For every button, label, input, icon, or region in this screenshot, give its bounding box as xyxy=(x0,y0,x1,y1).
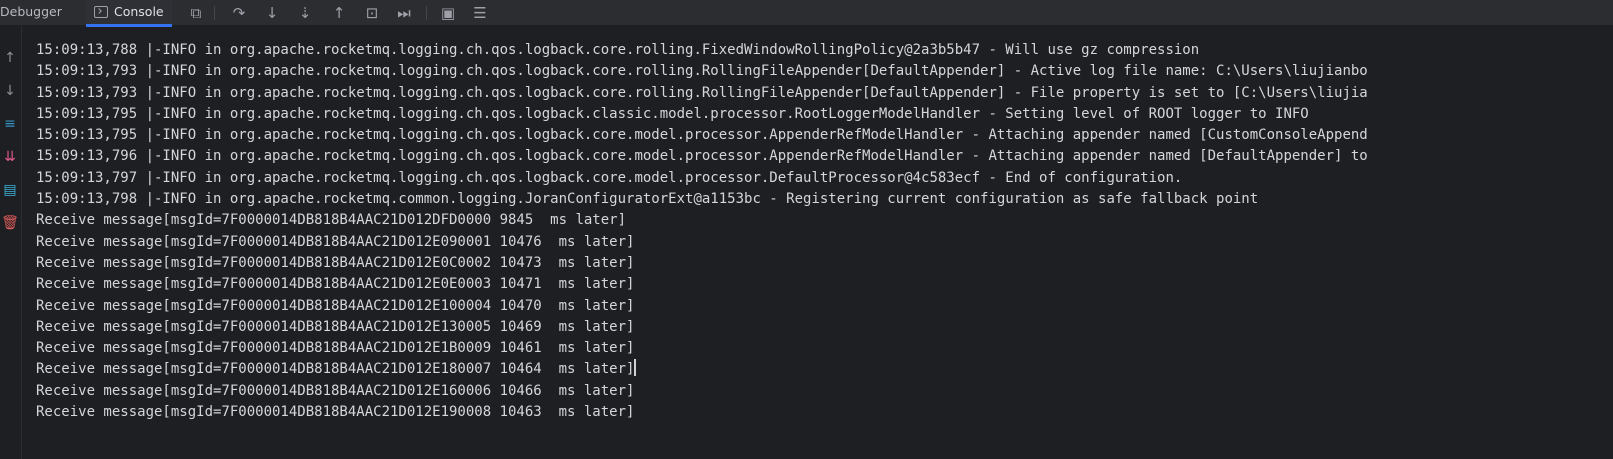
clear-all-icon[interactable]: 🗑 xyxy=(0,213,20,233)
console-line: 15:09:13,797 |-INFO in org.apache.rocket… xyxy=(36,168,1613,189)
terminal-icon[interactable]: ▣ xyxy=(438,3,458,23)
run-to-cursor-icon[interactable]: ⊡ xyxy=(362,3,382,23)
console-line: 15:09:13,798 |-INFO in org.apache.rocket… xyxy=(36,189,1613,210)
tab-debugger-label: Debugger xyxy=(0,4,62,19)
console-line-text: Receive message[msgId=7F0000014DB818B4AA… xyxy=(36,233,635,250)
console-line-text: 15:09:13,793 |-INFO in org.apache.rocket… xyxy=(36,63,1368,80)
layout-icon[interactable]: ⧉ xyxy=(186,3,206,23)
threads-icon[interactable]: ☰ xyxy=(470,3,490,23)
console-icon xyxy=(94,6,108,18)
console-line-text: Receive message[msgId=7F0000014DB818B4AA… xyxy=(36,254,635,271)
scroll-to-end-icon[interactable]: ⇊ xyxy=(0,147,20,167)
console-line-text: Receive message[msgId=7F0000014DB818B4AA… xyxy=(36,404,635,421)
tab-debugger[interactable]: Debugger xyxy=(0,0,62,26)
step-over-icon[interactable]: ↷ xyxy=(229,3,249,23)
console-line: Receive message[msgId=7F0000014DB818B4AA… xyxy=(36,210,1613,231)
console-line-text: Receive message[msgId=7F0000014DB818B4AA… xyxy=(36,382,635,399)
console-line: 15:09:13,788 |-INFO in org.apache.rocket… xyxy=(36,40,1613,61)
console-line: Receive message[msgId=7F0000014DB818B4AA… xyxy=(36,359,1613,380)
console-line: 15:09:13,796 |-INFO in org.apache.rocket… xyxy=(36,146,1613,167)
console-line: Receive message[msgId=7F0000014DB818B4AA… xyxy=(36,253,1613,274)
text-caret xyxy=(634,359,636,377)
console-line: Receive message[msgId=7F0000014DB818B4AA… xyxy=(36,338,1613,359)
console-line-text: 15:09:13,796 |-INFO in org.apache.rocket… xyxy=(36,148,1368,165)
scroll-up-icon[interactable]: ↑ xyxy=(0,48,20,68)
debug-toolbar: Debugger Console ⧉ ↷ ↓ ⇣ ↑ ⊡ ⏭ ▣ ☰ xyxy=(0,0,1613,27)
step-out-icon[interactable]: ↑ xyxy=(329,3,349,23)
console-line-text: Receive message[msgId=7F0000014DB818B4AA… xyxy=(36,276,635,293)
console-line-text: Receive message[msgId=7F0000014DB818B4AA… xyxy=(36,212,627,229)
scroll-down-icon[interactable]: ↓ xyxy=(0,81,20,101)
console-line: 15:09:13,793 |-INFO in org.apache.rocket… xyxy=(36,61,1613,82)
console-line: Receive message[msgId=7F0000014DB818B4AA… xyxy=(36,296,1613,317)
console-line-text: Receive message[msgId=7F0000014DB818B4AA… xyxy=(36,340,635,357)
console-line: Receive message[msgId=7F0000014DB818B4AA… xyxy=(36,232,1613,253)
console-line-text: Receive message[msgId=7F0000014DB818B4AA… xyxy=(36,318,635,335)
console-line: 15:09:13,795 |-INFO in org.apache.rocket… xyxy=(36,104,1613,125)
console-output[interactable]: 15:09:13,788 |-INFO in org.apache.rocket… xyxy=(36,40,1613,423)
evaluate-icon[interactable]: ⏭ xyxy=(394,3,414,23)
console-line: 15:09:13,795 |-INFO in org.apache.rocket… xyxy=(36,125,1613,146)
print-icon[interactable]: ▤ xyxy=(0,180,20,200)
console-line: 15:09:13,793 |-INFO in org.apache.rocket… xyxy=(36,83,1613,104)
console-line-text: 15:09:13,797 |-INFO in org.apache.rocket… xyxy=(36,169,1183,186)
console-line: Receive message[msgId=7F0000014DB818B4AA… xyxy=(36,402,1613,423)
console-line-text: 15:09:13,798 |-INFO in org.apache.rocket… xyxy=(36,191,1259,208)
console-line-text: 15:09:13,788 |-INFO in org.apache.rocket… xyxy=(36,42,1200,58)
console-gutter: ↑ ↓ ≡ ⇊ ▤ 🗑 xyxy=(0,26,22,459)
toolbar-separator xyxy=(426,6,427,20)
console-line-text: 15:09:13,795 |-INFO in org.apache.rocket… xyxy=(36,105,1309,122)
tab-console-label: Console xyxy=(114,4,164,19)
console-line: Receive message[msgId=7F0000014DB818B4AA… xyxy=(36,274,1613,295)
console-line-text: 15:09:13,793 |-INFO in org.apache.rocket… xyxy=(36,84,1368,101)
toolbar-separator xyxy=(214,6,215,20)
console-line: Receive message[msgId=7F0000014DB818B4AA… xyxy=(36,317,1613,338)
console-line: Receive message[msgId=7F0000014DB818B4AA… xyxy=(36,381,1613,402)
console-line-text: Receive message[msgId=7F0000014DB818B4AA… xyxy=(36,297,635,314)
console-line-text: Receive message[msgId=7F0000014DB818B4AA… xyxy=(36,361,635,378)
tab-console[interactable]: Console xyxy=(86,0,172,27)
soft-wrap-icon[interactable]: ≡ xyxy=(0,114,20,134)
console-line-text: 15:09:13,795 |-INFO in org.apache.rocket… xyxy=(36,127,1368,144)
step-into-icon[interactable]: ↓ xyxy=(262,3,282,23)
force-step-into-icon[interactable]: ⇣ xyxy=(295,3,315,23)
